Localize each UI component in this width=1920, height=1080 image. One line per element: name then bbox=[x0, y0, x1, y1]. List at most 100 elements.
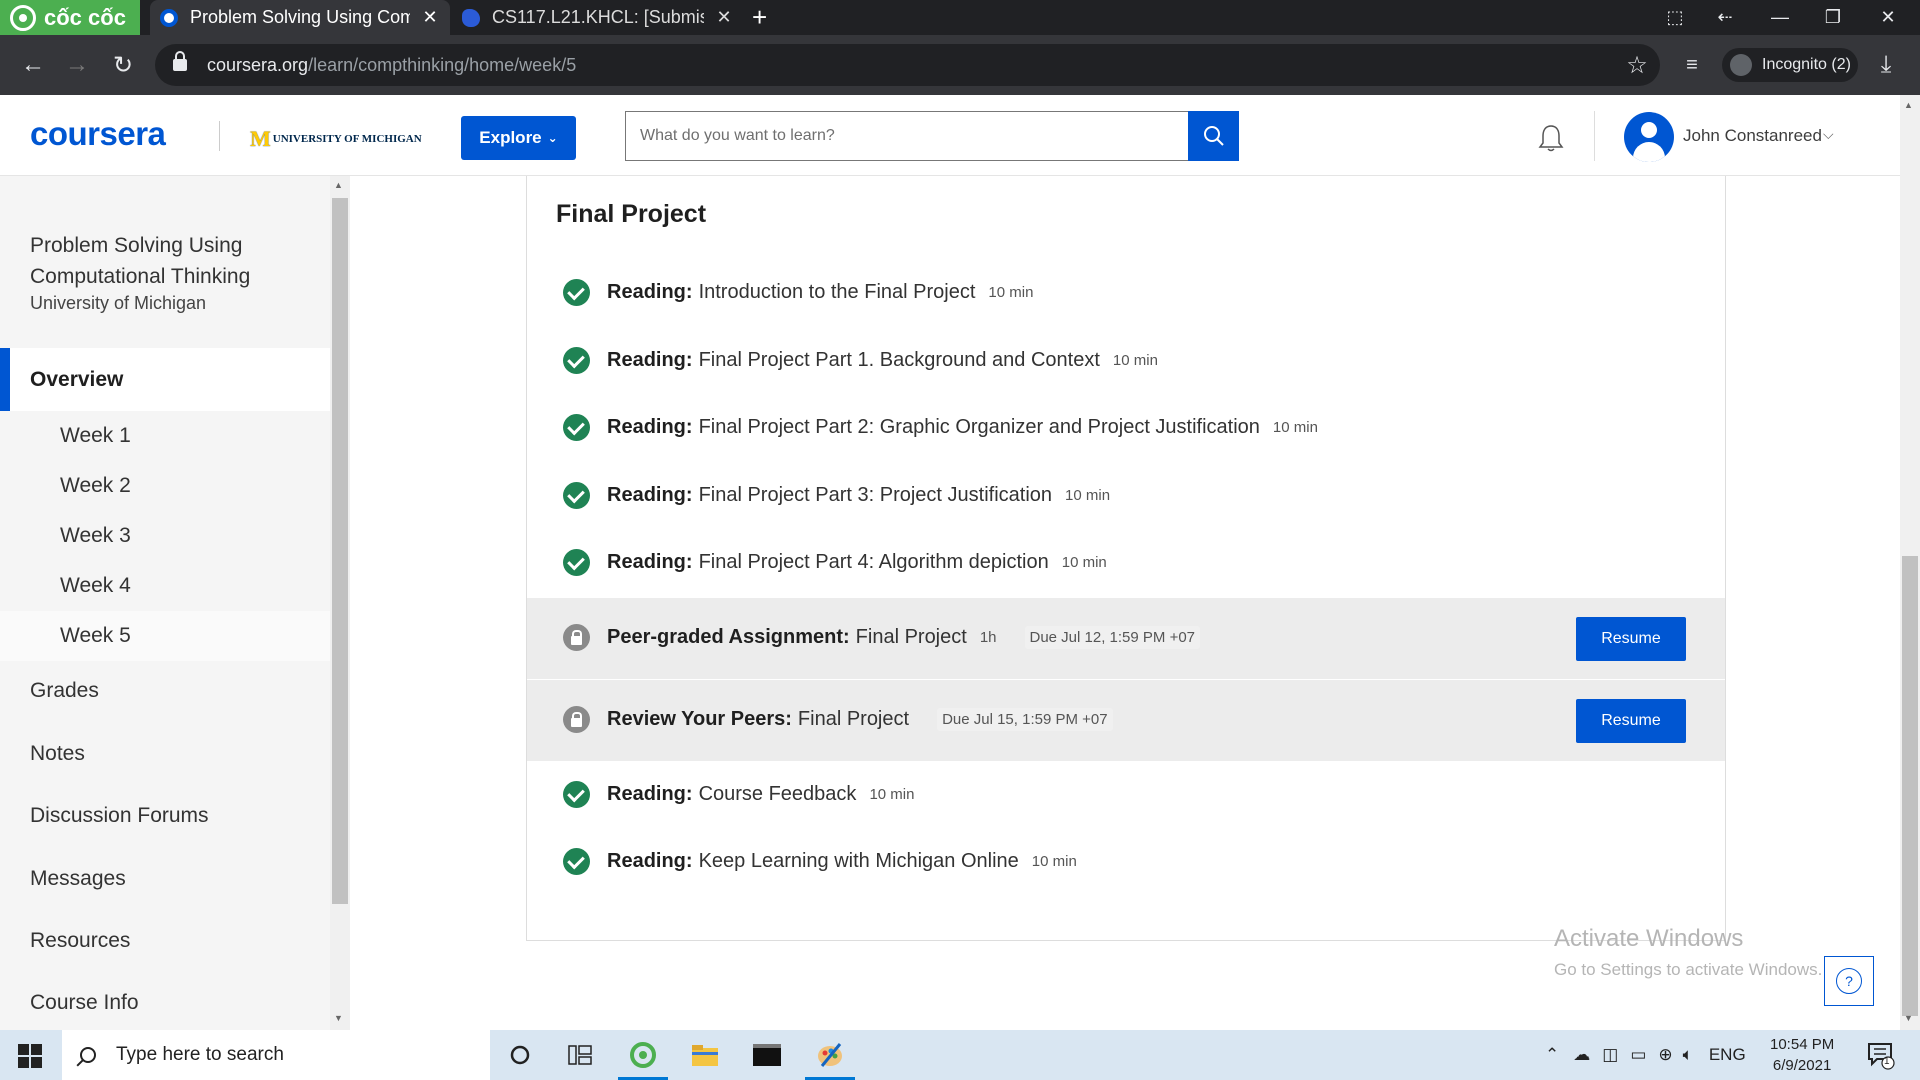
check-circle-icon bbox=[563, 781, 590, 808]
sidebar-item-week-2[interactable]: Week 2 bbox=[0, 461, 330, 511]
tab-coursera[interactable]: Problem Solving Using Computational Thin… bbox=[150, 0, 450, 35]
taskbar-clock[interactable]: 10:54 PM 6/9/2021 bbox=[1770, 1034, 1834, 1076]
back-history-icon[interactable]: ⇠ bbox=[1700, 0, 1750, 35]
check-circle-icon bbox=[563, 482, 590, 509]
coursera-favicon-icon bbox=[160, 8, 178, 27]
notification-count: 1 bbox=[1884, 1056, 1890, 1067]
notifications-bell-icon[interactable] bbox=[1536, 123, 1566, 153]
terminal-icon[interactable] bbox=[742, 1030, 792, 1080]
chevron-up-icon[interactable]: ⌃ bbox=[1545, 1045, 1559, 1065]
forward-icon[interactable]: → bbox=[57, 35, 97, 95]
volume-icon[interactable]: 🔈︎ bbox=[1683, 1045, 1693, 1065]
scroll-up-icon[interactable]: ▲ bbox=[334, 180, 343, 190]
sidebar-item-overview[interactable]: Overview bbox=[0, 348, 330, 411]
list-item[interactable]: Reading: Course Feedback 10 min bbox=[563, 781, 914, 808]
due-date: Due Jul 15, 1:59 PM +07 bbox=[937, 708, 1113, 731]
list-item[interactable]: Reading: Final Project Part 4: Algorithm … bbox=[563, 549, 1107, 576]
notification-center-icon[interactable]: 1 bbox=[1866, 1040, 1900, 1074]
windows-start-icon[interactable] bbox=[18, 1044, 42, 1068]
explore-button[interactable]: Explore ⌄ bbox=[461, 116, 576, 160]
list-item[interactable]: Reading: Final Project Part 1. Background… bbox=[563, 347, 1158, 374]
partner-logo[interactable]: M UNIVERSITY OF MICHIGAN bbox=[250, 126, 422, 152]
sidebar-item-course-info[interactable]: Course Info bbox=[30, 991, 139, 1015]
check-circle-icon bbox=[563, 848, 590, 875]
restore-icon[interactable]: ❐ bbox=[1808, 0, 1858, 35]
sidebar-scrollbar-thumb[interactable] bbox=[332, 198, 348, 904]
paint-icon[interactable] bbox=[805, 1030, 855, 1080]
incognito-icon bbox=[1730, 54, 1752, 76]
sidebar-item-week-3[interactable]: Week 3 bbox=[0, 511, 330, 561]
language-indicator[interactable]: ENG bbox=[1709, 1045, 1746, 1065]
back-icon[interactable]: ← bbox=[13, 35, 53, 95]
clock-time: 10:54 PM bbox=[1770, 1036, 1835, 1053]
sidebar-item-messages[interactable]: Messages bbox=[30, 867, 126, 891]
search-input[interactable]: What do you want to learn? bbox=[625, 111, 1189, 161]
list-item[interactable]: Reading: Final Project Part 2: Graphic Or… bbox=[563, 414, 1318, 441]
bookmark-star-icon[interactable]: ☆ bbox=[1617, 35, 1657, 95]
scroll-up-icon[interactable]: ▲ bbox=[1904, 100, 1913, 110]
incognito-badge[interactable]: Incognito (2) bbox=[1722, 48, 1858, 82]
course-organization: University of Michigan bbox=[30, 293, 207, 313]
minimize-icon[interactable]: — bbox=[1755, 0, 1805, 35]
close-tab-icon[interactable]: ✕ bbox=[420, 7, 440, 28]
search-button[interactable] bbox=[1188, 111, 1239, 161]
system-tray: ⌃ ☁ ◫ ▭ ⊕ 🔈︎ ENG bbox=[1545, 1030, 1746, 1080]
due-date: Due Jul 12, 1:59 PM +07 bbox=[1024, 626, 1201, 649]
battery-icon[interactable]: ▭ bbox=[1630, 1045, 1646, 1065]
task-view-icon[interactable] bbox=[555, 1030, 605, 1080]
michigan-m-icon: M bbox=[250, 126, 271, 151]
address-bar[interactable]: coursera.org/learn/compthinking/home/wee… bbox=[155, 44, 1660, 86]
sidebar-item-week-5[interactable]: Week 5 bbox=[0, 611, 330, 661]
course-title: Problem Solving Using Computational Thin… bbox=[30, 234, 251, 288]
check-circle-icon bbox=[563, 549, 590, 576]
sidebar-item-notes[interactable]: Notes bbox=[30, 742, 85, 766]
check-circle-icon bbox=[563, 347, 590, 374]
help-button[interactable]: ? bbox=[1824, 956, 1874, 1006]
reload-icon[interactable]: ↻ bbox=[103, 35, 143, 95]
scroll-down-icon[interactable]: ▼ bbox=[1904, 1013, 1913, 1023]
clock-date: 6/9/2021 bbox=[1772, 1057, 1832, 1074]
close-tab-icon[interactable]: ✕ bbox=[714, 7, 734, 28]
chevron-down-icon[interactable]: ⌵ bbox=[1823, 126, 1834, 143]
search-icon bbox=[80, 1047, 96, 1063]
activate-windows-title: Activate Windows bbox=[1554, 925, 1744, 952]
file-explorer-icon[interactable] bbox=[680, 1030, 730, 1080]
tab-title: CS117.L21.KHCL: [Submission bbox=[492, 7, 704, 27]
sidebar-item-week-1[interactable]: Week 1 bbox=[0, 411, 330, 461]
close-window-icon[interactable]: ✕ bbox=[1863, 0, 1913, 35]
cortana-icon[interactable] bbox=[495, 1030, 545, 1080]
coccoc-logo-icon bbox=[10, 4, 36, 31]
scroll-down-icon[interactable]: ▼ bbox=[334, 1013, 343, 1023]
list-item[interactable]: Reading: Final Project Part 3: Project Ju… bbox=[563, 482, 1110, 509]
coursera-logo[interactable]: coursera bbox=[30, 115, 166, 153]
page-scrollbar-thumb[interactable] bbox=[1902, 556, 1918, 1016]
download-icon[interactable]: ⤓ bbox=[1866, 35, 1906, 95]
tab-title: Problem Solving Using Computational Thin… bbox=[190, 7, 410, 27]
coccoc-taskbar-icon[interactable] bbox=[618, 1030, 668, 1080]
resume-button[interactable]: Resume bbox=[1576, 617, 1686, 661]
tab-submission[interactable]: CS117.L21.KHCL: [Submission ✕ bbox=[452, 0, 744, 35]
activate-windows-subtitle: Go to Settings to activate Windows. bbox=[1554, 960, 1823, 979]
vpn-icon[interactable]: ◫ bbox=[1602, 1045, 1618, 1065]
list-item[interactable]: Reading: Introduction to the Final Projec… bbox=[563, 279, 1033, 306]
sidebar-item-grades[interactable]: Grades bbox=[30, 679, 99, 703]
sidebar-item-discussion-forums[interactable]: Discussion Forums bbox=[30, 804, 209, 828]
screenshot-icon[interactable]: ⬚ bbox=[1650, 0, 1700, 35]
list-item[interactable]: Peer-graded Assignment: Final Project 1h Du… bbox=[563, 624, 1201, 651]
onedrive-icon[interactable]: ☁ bbox=[1573, 1045, 1590, 1065]
network-icon[interactable]: ⊕ bbox=[1658, 1045, 1672, 1065]
list-item[interactable]: Reading: Keep Learning with Michigan Onli… bbox=[563, 848, 1077, 875]
sidebar-item-resources[interactable]: Resources bbox=[30, 929, 130, 953]
chevron-down-icon: ⌄ bbox=[547, 131, 558, 145]
check-circle-icon bbox=[563, 279, 590, 306]
avatar[interactable] bbox=[1624, 112, 1674, 162]
sidebar-item-week-4[interactable]: Week 4 bbox=[0, 561, 330, 611]
list-item[interactable]: Review Your Peers: Final Project Due Jul 1… bbox=[563, 706, 1113, 733]
taskbar-search-input[interactable]: Type here to search bbox=[62, 1030, 490, 1080]
user-name[interactable]: John Constanreed bbox=[1683, 126, 1822, 146]
lock-icon bbox=[563, 624, 590, 651]
reading-list-icon[interactable]: ≡ bbox=[1672, 35, 1712, 95]
new-tab-icon[interactable]: + bbox=[752, 2, 767, 33]
resume-button[interactable]: Resume bbox=[1576, 699, 1686, 743]
browser-brand[interactable]: cốc cốc bbox=[0, 0, 140, 35]
